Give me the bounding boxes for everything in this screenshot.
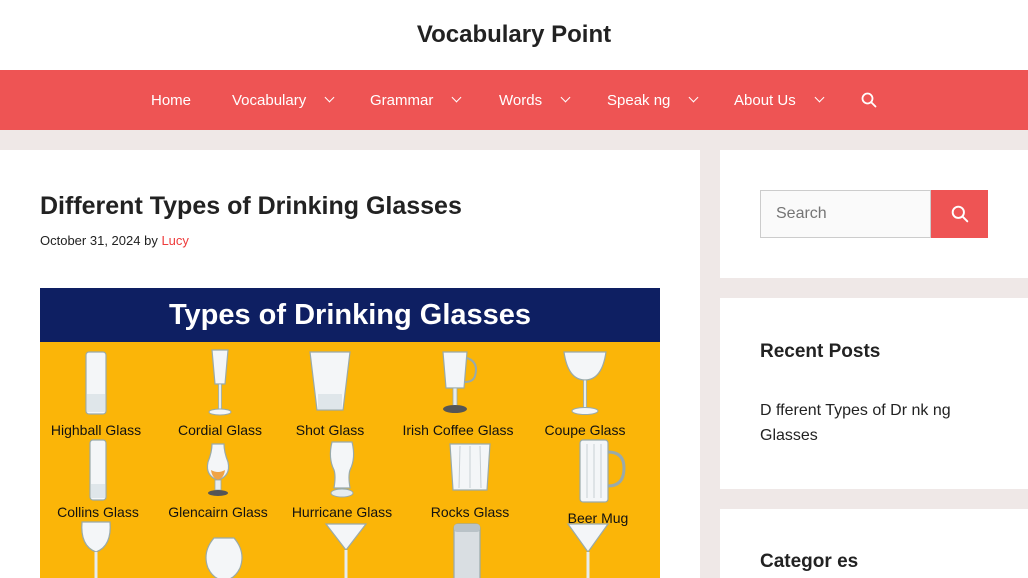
martini-glass-icon bbox=[324, 523, 368, 578]
recent-post-link[interactable]: D fferent Types of Dr nk ng Glasses bbox=[760, 398, 990, 448]
categories-widget: Categor es bbox=[720, 509, 1028, 578]
post-title: Different Types of Drinking Glasses bbox=[40, 192, 462, 220]
tumbler-icon bbox=[453, 523, 481, 578]
glass-item: Shot Glass bbox=[268, 346, 392, 438]
post-date[interactable]: October 31, 2024 bbox=[40, 233, 140, 248]
glass-item: Beer Mug bbox=[536, 436, 660, 526]
glass-label: Rocks Glass bbox=[430, 504, 510, 520]
coupe-glass-icon bbox=[563, 351, 607, 415]
search-input[interactable]: Search bbox=[760, 190, 931, 238]
glass-item: Highball Glass bbox=[40, 346, 158, 438]
categories-title: Categor es bbox=[760, 551, 859, 572]
glass-item: Glencairn Glass bbox=[156, 438, 280, 520]
irish-coffee-glass-icon bbox=[442, 351, 477, 413]
featured-image: Types of Drinking Glasses Highball Glass… bbox=[40, 288, 660, 578]
glass-item: Hurricane Glass bbox=[280, 438, 404, 520]
nav-label: Speak ng bbox=[607, 91, 671, 109]
chevron-down-icon[interactable] bbox=[814, 92, 825, 103]
hurricane-glass-icon bbox=[329, 441, 355, 498]
chevron-down-icon[interactable] bbox=[451, 92, 462, 103]
nav-item-home[interactable]: Home bbox=[151, 70, 191, 130]
nav-label: Words bbox=[499, 91, 543, 109]
search-placeholder: Search bbox=[776, 205, 827, 222]
glass-label: Highball Glass bbox=[50, 422, 142, 438]
glass-label: Collins Glass bbox=[57, 504, 139, 520]
glass-item: Irish Coffee Glass bbox=[396, 346, 520, 438]
search-icon[interactable] bbox=[858, 70, 880, 130]
search-widget: Search bbox=[720, 150, 1028, 278]
post-author-link[interactable]: Lucy bbox=[161, 233, 188, 248]
main-nav: Home Vocabulary Grammar Words Speak ng A… bbox=[0, 70, 1028, 130]
chevron-down-icon[interactable] bbox=[324, 92, 335, 103]
search-icon bbox=[951, 205, 968, 223]
nav-label: Grammar bbox=[370, 91, 434, 109]
article: Different Types of Drinking Glasses Octo… bbox=[0, 150, 700, 578]
glass-label: Irish Coffee Glass bbox=[402, 422, 514, 438]
recent-posts-title: Recent Posts bbox=[760, 341, 881, 362]
search-button[interactable] bbox=[931, 190, 988, 238]
nav-item-words[interactable]: Words bbox=[499, 70, 571, 130]
post-meta: October 31, 2024 by Lucy bbox=[40, 233, 189, 248]
glass-item: Collins Glass bbox=[40, 438, 160, 520]
site-title[interactable]: Vocabulary Point bbox=[0, 21, 1028, 49]
site-header: Vocabulary Point bbox=[0, 0, 1028, 70]
rocks-glass-icon bbox=[449, 443, 491, 491]
nav-label: Home bbox=[151, 91, 192, 109]
nav-item-speaking[interactable]: Speak ng bbox=[607, 70, 699, 130]
wine-glass-icon bbox=[81, 521, 111, 578]
shot-glass-icon bbox=[309, 351, 351, 411]
post-by: by bbox=[144, 233, 158, 248]
nav-item-grammar[interactable]: Grammar bbox=[370, 70, 462, 130]
image-banner: Types of Drinking Glasses bbox=[40, 288, 660, 342]
glass-item: Rocks Glass bbox=[408, 438, 532, 520]
glencairn-glass-icon bbox=[206, 443, 230, 496]
beer-mug-icon bbox=[579, 439, 626, 503]
glass-label: Glencairn Glass bbox=[168, 504, 268, 520]
nav-label: About Us bbox=[734, 91, 796, 109]
nav-item-vocabulary[interactable]: Vocabulary bbox=[232, 70, 335, 130]
highball-glass-icon bbox=[85, 351, 107, 415]
recent-posts-widget: Recent Posts D fferent Types of Dr nk ng… bbox=[720, 298, 1028, 489]
glass-label: Cordial Glass bbox=[177, 422, 263, 438]
cordial-glass-icon bbox=[208, 349, 232, 416]
chevron-down-icon[interactable] bbox=[560, 92, 571, 103]
nav-item-about-us[interactable]: About Us bbox=[734, 70, 825, 130]
nav-label: Vocabulary bbox=[232, 91, 307, 109]
cocktail-glass-icon bbox=[566, 523, 610, 578]
glass-label: Shot Glass bbox=[295, 422, 365, 438]
glass-item: Coupe Glass bbox=[523, 346, 647, 438]
glass-label: Hurricane Glass bbox=[291, 504, 393, 520]
snifter-glass-icon bbox=[205, 537, 243, 578]
collins-glass-icon bbox=[89, 439, 107, 501]
chevron-down-icon[interactable] bbox=[688, 92, 699, 103]
glass-item: Cordial Glass bbox=[158, 346, 282, 438]
